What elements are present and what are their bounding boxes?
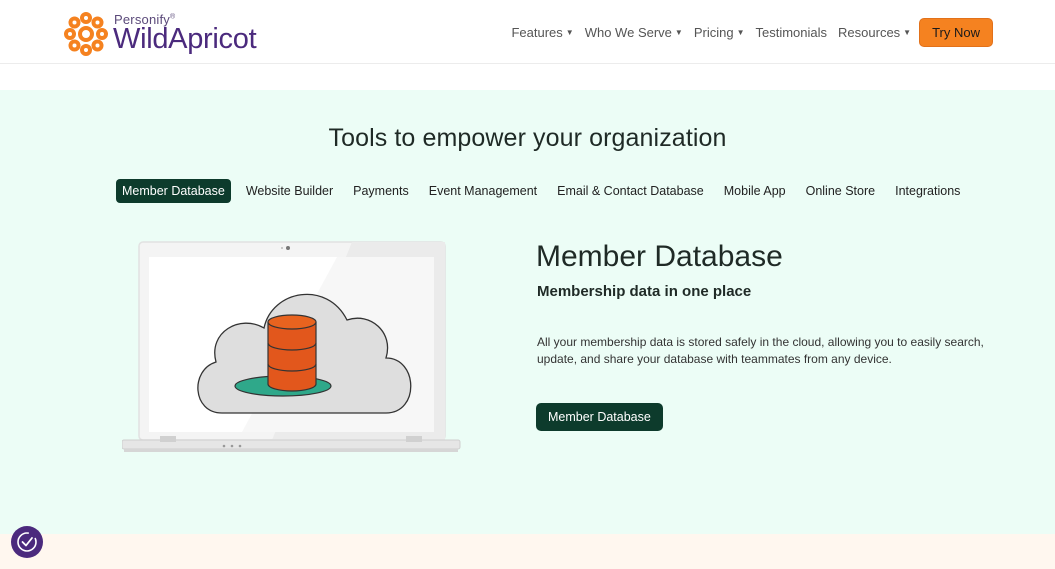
nav-resources[interactable]: Resources ▼ (838, 25, 911, 40)
caret-down-icon: ▼ (674, 27, 683, 37)
tab-integrations[interactable]: Integrations (889, 179, 966, 203)
logo-wildapricot-text: WildApricot (113, 23, 257, 55)
tab-online-store[interactable]: Online Store (800, 179, 881, 203)
caret-down-icon: ▼ (903, 27, 912, 37)
nav-who-we-serve[interactable]: Who We Serve ▼ (585, 25, 683, 40)
nav-item-label: Testimonials (755, 24, 828, 40)
tab-payments[interactable]: Payments (347, 179, 415, 203)
privacy-consent-button[interactable] (11, 526, 43, 558)
apricot-flower-icon (64, 12, 108, 56)
nav-testimonials[interactable]: Testimonials (756, 25, 828, 40)
member-database-button[interactable]: Member Database (536, 403, 663, 431)
wildapricot-logo[interactable]: Personify® WildApricot (62, 8, 282, 60)
main-nav: Features ▼ Who We Serve ▼ Pricing ▼ Test… (500, 17, 993, 47)
feature-tabs: Member Database Website Builder Payments… (116, 179, 974, 203)
nav-item-label: Pricing (693, 24, 734, 40)
nav-item-label: Who We Serve (584, 24, 672, 40)
feature-description: All your membership data is stored safel… (537, 335, 984, 366)
tab-mobile-app[interactable]: Mobile App (718, 179, 792, 203)
feature-subtitle: Membership data in one place (537, 283, 752, 300)
tab-member-database[interactable]: Member Database (116, 179, 231, 203)
nav-pricing[interactable]: Pricing ▼ (694, 25, 745, 40)
nav-item-label: Resources (838, 24, 901, 40)
tools-section: Tools to empower your organization Membe… (0, 90, 1055, 534)
privacy-consent-icon (17, 532, 37, 552)
tab-email-contact-database[interactable]: Email & Contact Database (551, 179, 710, 203)
feature-title: Member Database (536, 240, 783, 273)
nav-item-label: Features (511, 24, 563, 40)
caret-down-icon: ▼ (565, 27, 574, 37)
laptop-cloud-database-illustration (122, 241, 461, 452)
next-section-band (0, 534, 1055, 569)
tab-website-builder[interactable]: Website Builder (240, 179, 339, 203)
try-now-button[interactable]: Try Now (919, 17, 993, 47)
site-header: Personify® WildApricot Features ▼ Who We… (0, 0, 1055, 64)
caret-down-icon: ▼ (736, 27, 745, 37)
tab-event-management[interactable]: Event Management (423, 179, 543, 203)
nav-features[interactable]: Features ▼ (511, 25, 573, 40)
section-title: Tools to empower your organization (328, 124, 727, 152)
